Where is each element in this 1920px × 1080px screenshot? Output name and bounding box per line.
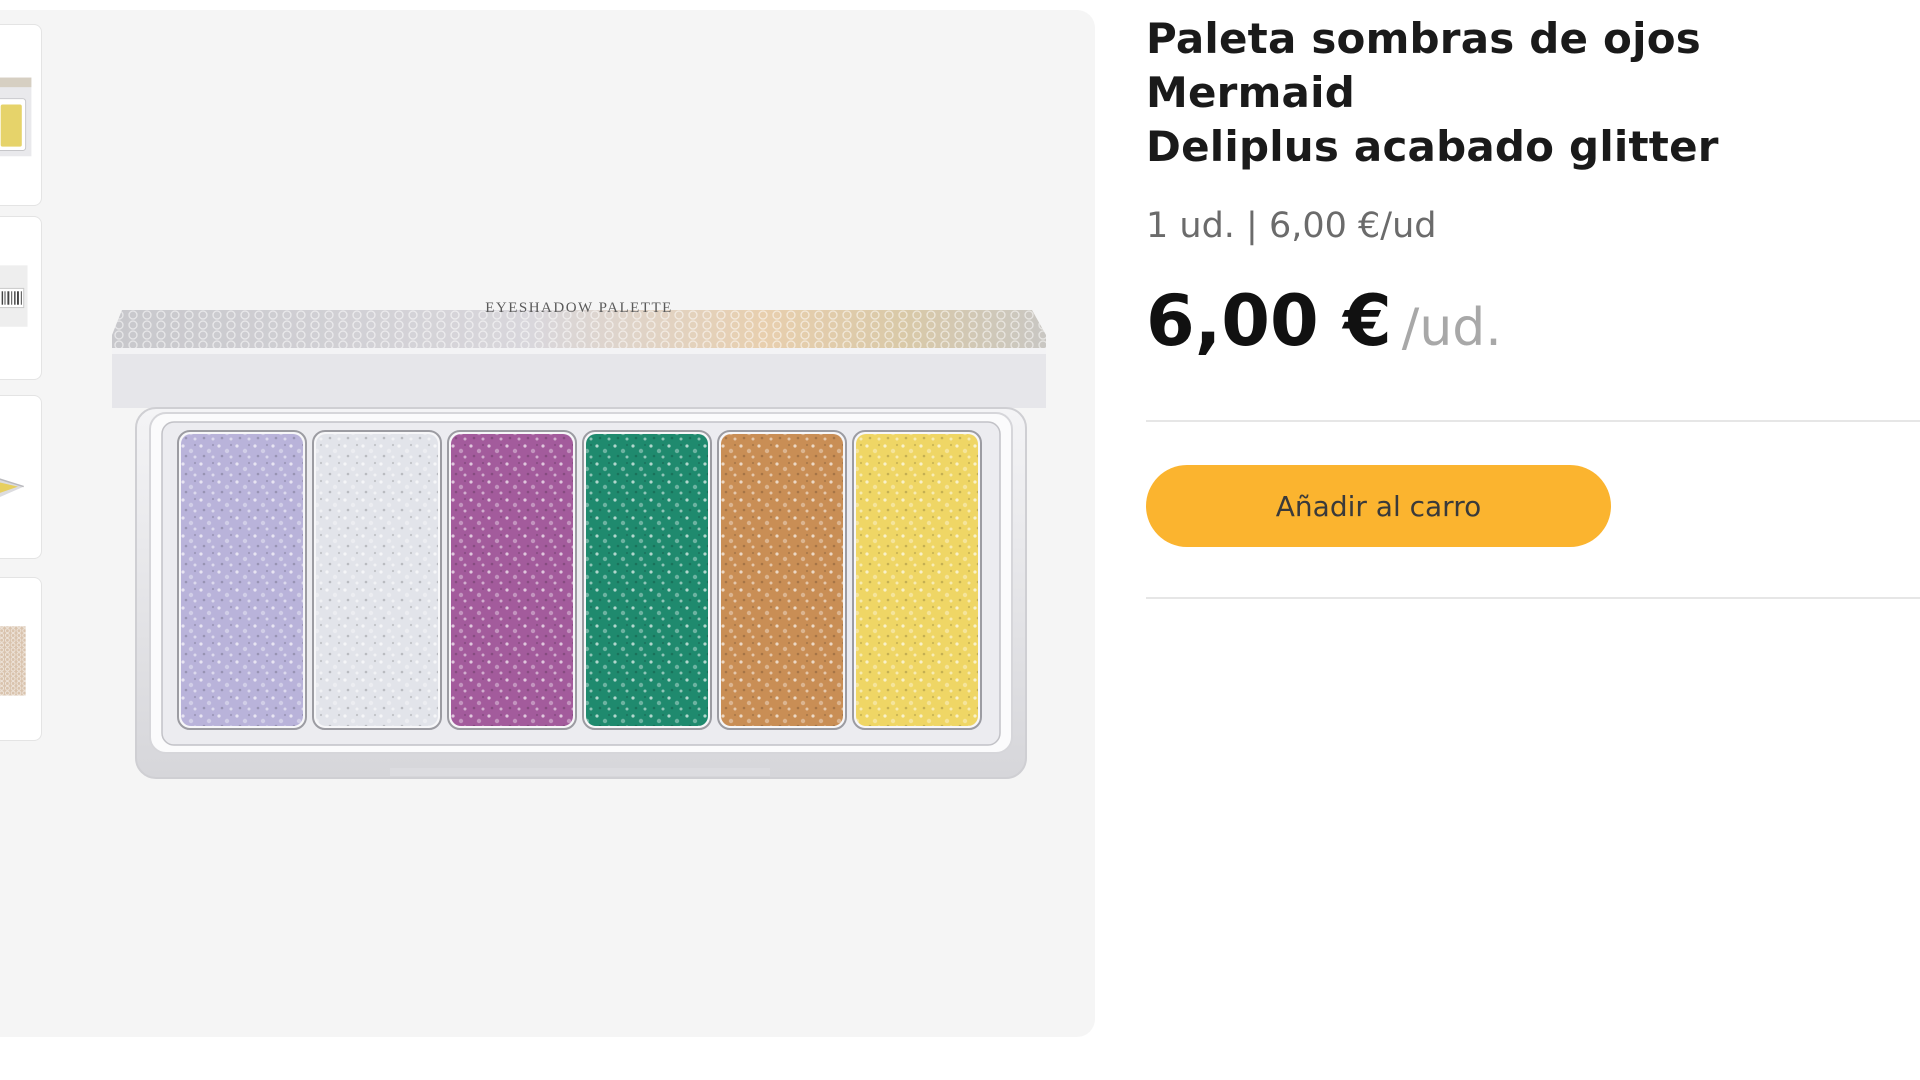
thumbnail-4[interactable] (0, 577, 42, 741)
thumbnail-2[interactable] (0, 216, 42, 380)
product-main-image[interactable]: EYESHADOW PALETTE (0, 10, 1095, 1037)
divider (1146, 597, 1920, 599)
product-title: Paleta sombras de ojos Mermaid Deliplus … (1146, 12, 1920, 174)
divider (1146, 420, 1920, 422)
thumbnail-1[interactable] (0, 24, 42, 206)
thumbnail-3[interactable] (0, 395, 42, 559)
product-title-line-2: Deliplus acabado glitter (1146, 122, 1719, 171)
palette-closed-thumbnail-icon (0, 626, 26, 696)
palette-barcode-thumbnail-icon (0, 265, 28, 327)
product-title-line-1: Paleta sombras de ojos Mermaid (1146, 14, 1701, 117)
palette-side-thumbnail-icon (0, 478, 24, 497)
svg-text:EYESHADOW PALETTE: EYESHADOW PALETTE (485, 300, 673, 316)
product-page: EYESHADOW PALETTE Paleta sombras de ojos… (0, 0, 1920, 1080)
palette-front-thumbnail-icon (0, 77, 32, 157)
price: 6,00 € (1146, 280, 1392, 362)
unit-price-info: 1 ud. | 6,00 €/ud (1146, 206, 1437, 246)
price-unit: /ud. (1401, 298, 1502, 358)
product-info: Paleta sombras de ojos Mermaid Deliplus … (1146, 12, 1920, 599)
price-row: 6,00 € /ud. (1146, 278, 1920, 364)
add-to-cart-button[interactable]: Añadir al carro (1146, 465, 1611, 547)
eyeshadow-palette-image: EYESHADOW PALETTE (112, 300, 1046, 779)
